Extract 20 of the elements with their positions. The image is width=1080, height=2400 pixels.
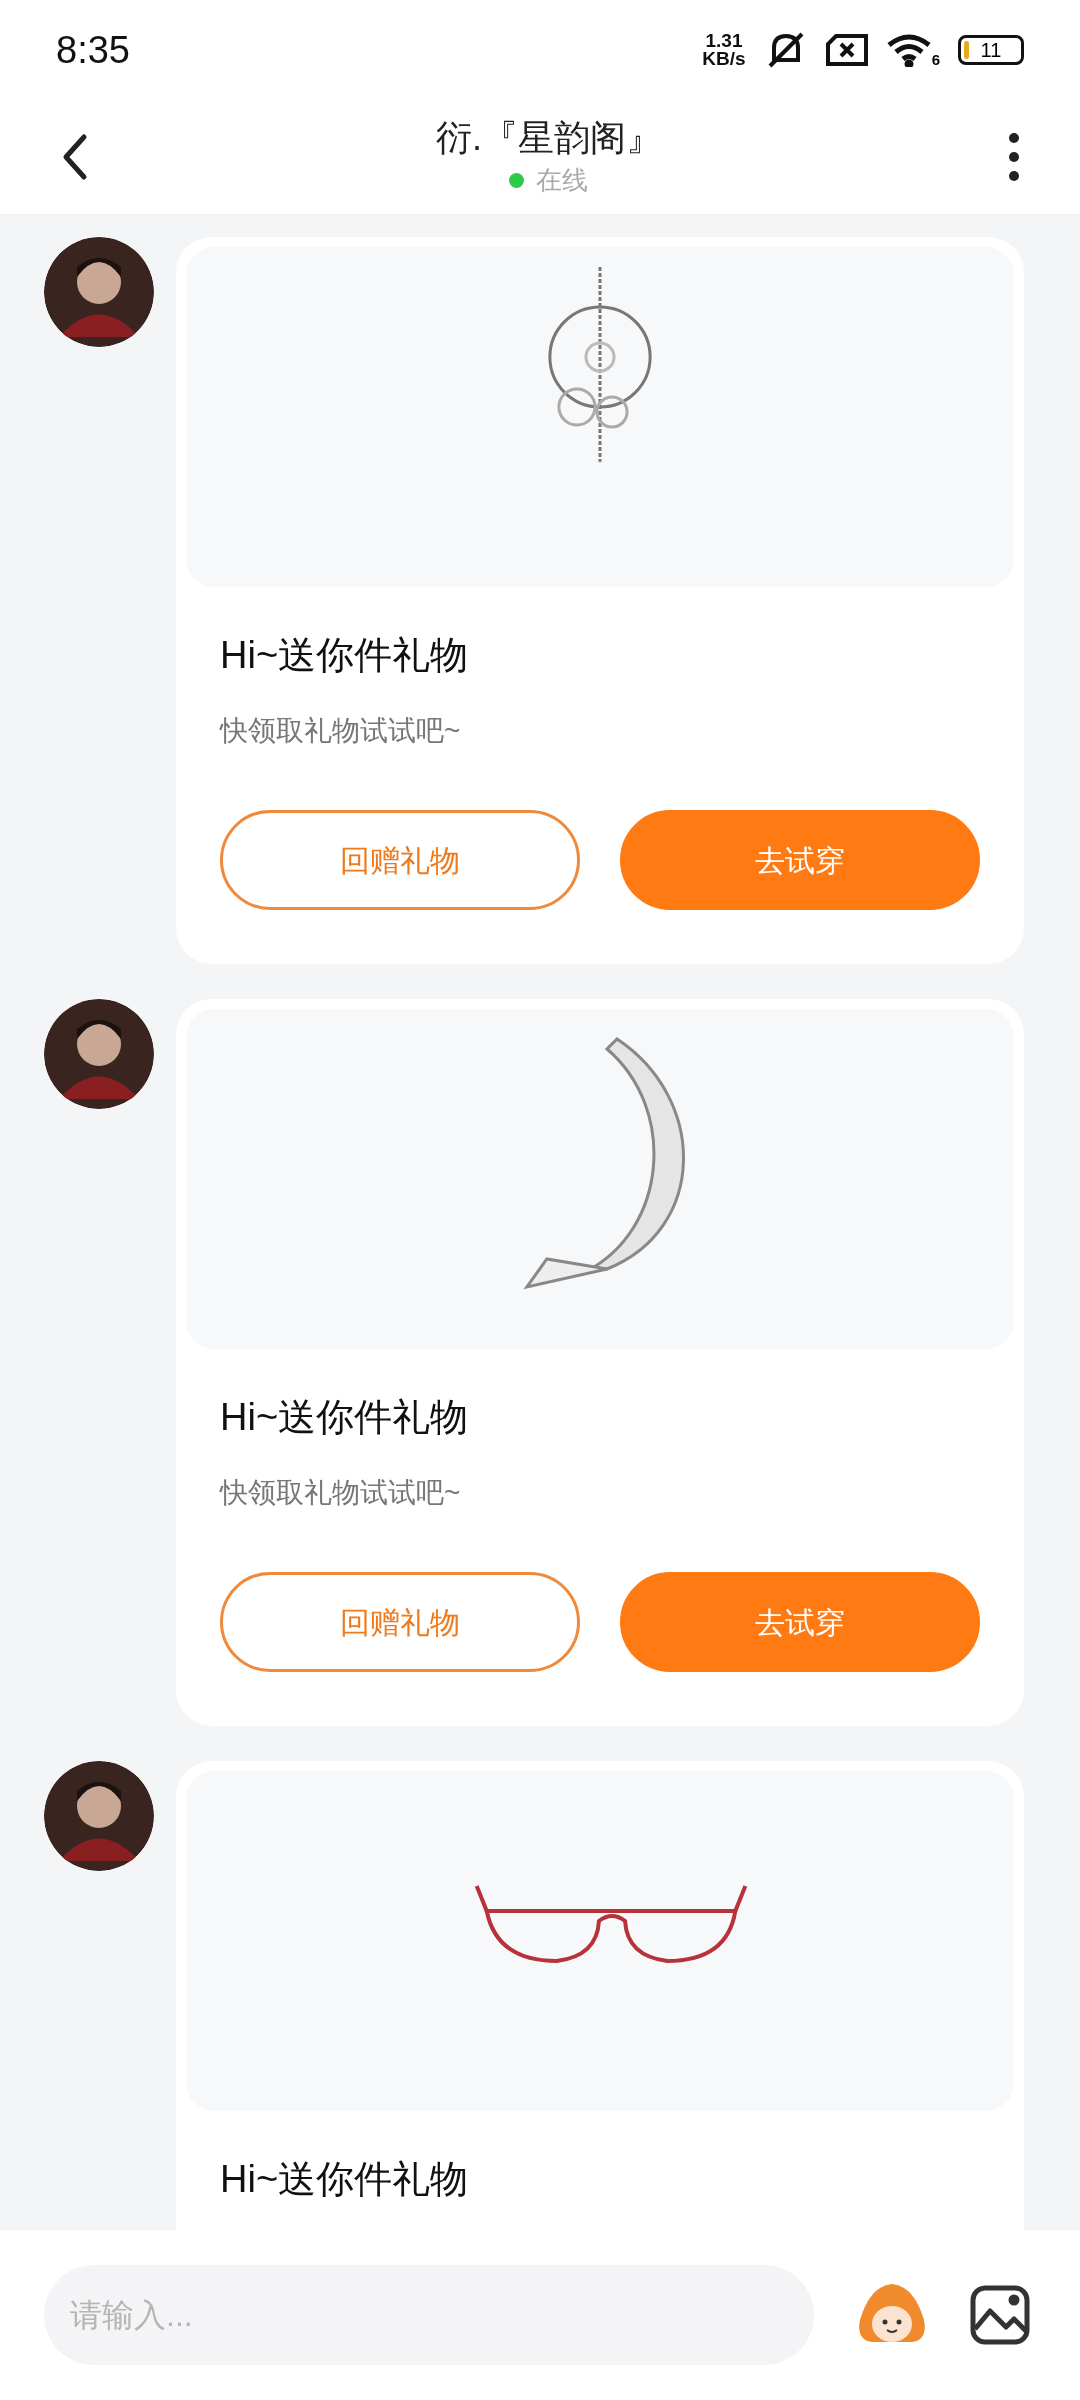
network-speed: 1.31 KB/s [702,32,746,68]
chat-title: 衍.『星韵阁』 [436,115,662,160]
gift-subtitle: 快领取礼物试试吧~ [220,1476,462,1510]
more-icon[interactable] [1008,132,1020,182]
gift-title: Hi~送你件礼物 [220,2157,470,2202]
clock: 8:35 [56,27,130,73]
wifi-band-label: 6 [931,52,940,67]
return-gift-button[interactable]: 回赠礼物 [220,810,580,910]
online-status: 在线 [536,163,589,197]
message-input[interactable]: 请输入... [44,2265,814,2365]
return-gift-button[interactable]: 回赠礼物 [220,1572,580,1672]
try-on-button[interactable]: 去试穿 [620,1572,980,1672]
gift-title: Hi~送你件礼物 [220,1395,470,1440]
wifi-icon [885,33,932,67]
gift-subtitle: 快领取礼物试试吧~ [220,714,462,748]
gift-title: Hi~送你件礼物 [220,633,470,678]
image-icon[interactable] [970,2285,1030,2345]
try-on-button[interactable]: 去试穿 [620,810,980,910]
sim-error-icon [825,34,868,66]
battery-indicator: 11 [958,35,1024,65]
